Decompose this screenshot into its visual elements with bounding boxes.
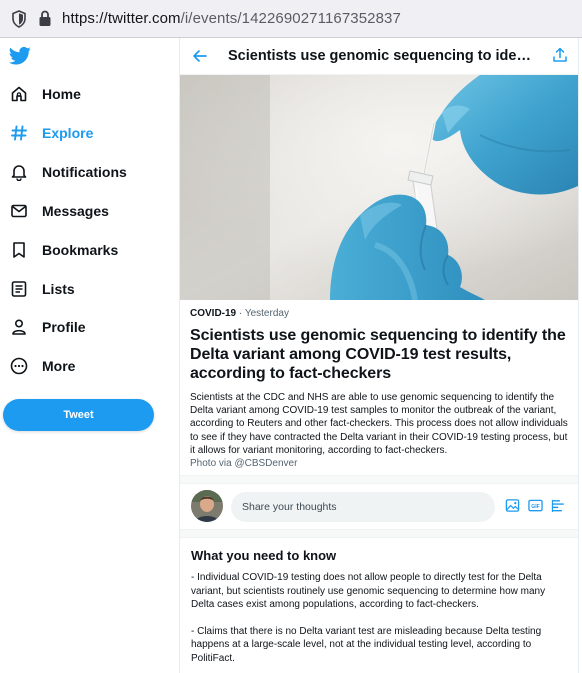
sidebar: Home Explore Notifications Messages Book… xyxy=(0,38,180,673)
share-icon[interactable] xyxy=(552,47,568,63)
share-thoughts-input[interactable] xyxy=(231,492,495,522)
sidebar-item-notifications[interactable]: Notifications xyxy=(0,155,175,189)
article-meta: COVID-19 · Yesterday xyxy=(190,308,289,319)
sidebar-item-bookmarks[interactable]: Bookmarks xyxy=(0,233,175,267)
sidebar-item-label: More xyxy=(42,358,76,374)
sidebar-item-label: Profile xyxy=(42,319,86,335)
tweet-button[interactable]: Tweet xyxy=(3,399,154,431)
sidebar-item-home[interactable]: Home xyxy=(0,77,175,111)
svg-text:GIF: GIF xyxy=(531,504,540,510)
image-icon[interactable] xyxy=(505,498,520,513)
know-point: - Claims that there is no Delta variant … xyxy=(191,625,542,664)
bell-icon xyxy=(11,165,27,181)
sidebar-item-label: Messages xyxy=(42,203,109,219)
section-title: What you need to know xyxy=(191,548,337,563)
url-text[interactable]: https://twitter.com/i/events/14226902711… xyxy=(62,10,401,27)
twitter-bird-icon[interactable] xyxy=(9,46,31,66)
section-divider xyxy=(180,529,578,538)
article-time: Yesterday xyxy=(244,308,289,319)
shield-icon[interactable] xyxy=(11,10,27,28)
list-icon xyxy=(11,281,27,297)
hashtag-icon xyxy=(11,125,27,141)
more-icon xyxy=(10,357,28,375)
article-description: Scientists at the CDC and NHS are able t… xyxy=(190,391,570,470)
home-icon xyxy=(11,86,27,102)
sidebar-item-label: Explore xyxy=(42,125,94,141)
event-header: Scientists use genomic sequencing to ide… xyxy=(180,38,578,75)
sidebar-item-lists[interactable]: Lists xyxy=(0,272,175,306)
sidebar-item-label: Bookmarks xyxy=(42,242,119,258)
hero-photo[interactable] xyxy=(180,75,579,300)
photo-credit: Photo via @CBSDenver xyxy=(190,458,298,470)
browser-url-bar[interactable]: https://twitter.com/i/events/14226902711… xyxy=(0,0,582,38)
gif-icon[interactable]: GIF xyxy=(528,498,543,513)
event-article: COVID-19 · Yesterday Scientists use geno… xyxy=(180,300,578,470)
envelope-icon xyxy=(11,204,27,218)
avatar[interactable] xyxy=(191,490,223,522)
compose-bar: GIF xyxy=(180,485,578,529)
person-icon xyxy=(12,319,26,335)
sidebar-item-messages[interactable]: Messages xyxy=(0,194,175,228)
article-category[interactable]: COVID-19 xyxy=(190,308,236,319)
poll-icon[interactable] xyxy=(551,498,566,513)
know-point: - Individual COVID-19 testing does not a… xyxy=(191,572,546,610)
sidebar-item-label: Lists xyxy=(42,281,75,297)
section-divider xyxy=(180,475,578,484)
sidebar-item-label: Home xyxy=(42,86,81,102)
url-path: /i/events/1422690271167352837 xyxy=(180,10,401,27)
sidebar-item-more[interactable]: More xyxy=(0,349,175,383)
main-column: Scientists use genomic sequencing to ide… xyxy=(179,38,579,673)
bookmark-icon xyxy=(13,242,25,258)
page-title: Scientists use genomic sequencing to ide… xyxy=(228,48,538,64)
sidebar-item-profile[interactable]: Profile xyxy=(0,310,175,344)
back-arrow-icon[interactable] xyxy=(192,48,208,64)
article-headline: Scientists use genomic sequencing to ide… xyxy=(190,327,566,382)
lock-icon[interactable] xyxy=(37,9,53,27)
sidebar-item-label: Notifications xyxy=(42,164,127,180)
article-description-text: Scientists at the CDC and NHS are able t… xyxy=(190,392,568,456)
sidebar-item-explore[interactable]: Explore xyxy=(0,116,175,150)
what-you-need-to-know: What you need to know - Individual COVID… xyxy=(180,538,578,665)
url-domain: https://twitter.com xyxy=(62,10,181,27)
